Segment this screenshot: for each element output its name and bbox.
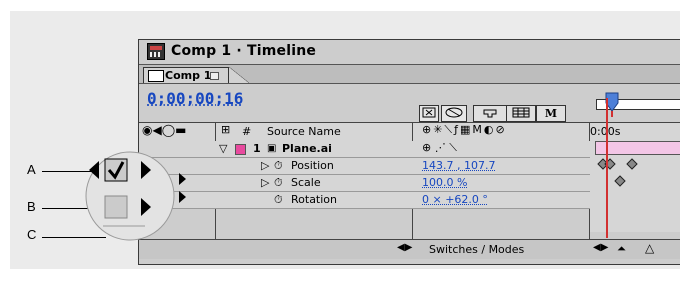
layer-number-header: # bbox=[242, 125, 252, 138]
current-time-line bbox=[606, 98, 608, 238]
twirl-right-icon[interactable]: ▷ bbox=[261, 176, 269, 189]
callout-a: A bbox=[27, 162, 36, 177]
composition-icon bbox=[148, 70, 164, 82]
footer-left-arrows[interactable]: ◀▶ bbox=[397, 242, 412, 253]
stopwatch-icon[interactable]: ⏱ bbox=[274, 159, 283, 173]
tab-edge bbox=[229, 67, 249, 83]
property-name: Rotation bbox=[291, 193, 338, 206]
window-titlebar: Comp 1 · Timeline bbox=[139, 40, 680, 64]
stopwatch-icon[interactable]: ⏱ bbox=[274, 176, 283, 190]
next-keyframe-icon bbox=[179, 173, 186, 185]
current-time-display[interactable]: 0;00;00;16 bbox=[147, 89, 243, 108]
switches-icons-header: ⊕✳⟍ƒ▦M◐⊘ bbox=[422, 123, 507, 136]
illustrator-footage-icon: ▣ bbox=[267, 143, 277, 154]
keyframe-navigator-magnified bbox=[85, 151, 175, 241]
tab-close-icon[interactable] bbox=[210, 72, 219, 80]
window-title: Comp 1 · Timeline bbox=[171, 43, 317, 59]
layer-label-color[interactable] bbox=[235, 144, 246, 155]
motion-blur-label: M bbox=[544, 107, 558, 120]
property-name: Scale bbox=[291, 176, 321, 189]
layer-name[interactable]: Plane.ai bbox=[282, 142, 332, 155]
keyframe-navigator-small bbox=[179, 173, 186, 203]
stopwatch-icon[interactable]: ⏱ bbox=[274, 193, 283, 207]
property-name: Position bbox=[291, 159, 334, 172]
shy-button[interactable] bbox=[473, 105, 507, 122]
source-name-header[interactable]: Source Name bbox=[267, 125, 341, 138]
tab-bar: Comp 1 bbox=[139, 64, 680, 83]
comp-marker-button[interactable] bbox=[419, 105, 439, 122]
motion-blur-button[interactable]: M bbox=[536, 105, 566, 122]
callout-b: B bbox=[27, 199, 36, 214]
label-column-icon: ⊞ bbox=[221, 123, 231, 136]
property-value[interactable]: 0 × +62.0 ° bbox=[422, 193, 488, 206]
property-value[interactable]: 100.0 % bbox=[422, 176, 467, 189]
time-navigator[interactable] bbox=[590, 89, 680, 119]
draft-3d-button[interactable] bbox=[441, 105, 467, 122]
switches-modes-toggle[interactable]: Switches / Modes bbox=[429, 243, 524, 256]
keyframe-checkbox-empty bbox=[104, 195, 128, 219]
timeline-window: Comp 1 · Timeline Comp 1 0;00;00;16 M ◉◀… bbox=[138, 39, 680, 265]
frame-blending-button[interactable] bbox=[506, 105, 536, 122]
layer-switches[interactable]: ⊕ ⋰ ⟍ bbox=[422, 141, 457, 155]
timeline-graph-area[interactable] bbox=[590, 140, 680, 232]
property-value[interactable]: 143.7 , 107.7 bbox=[422, 159, 495, 172]
timeline-header: 0;00;00;16 M bbox=[139, 83, 680, 122]
footer-right-arrows[interactable]: ◀▶ bbox=[593, 242, 608, 253]
keyframe-scale-1 bbox=[614, 175, 626, 187]
layer-index: 1 bbox=[253, 142, 261, 155]
next-keyframe-icon bbox=[179, 191, 186, 203]
zoom-in-icon[interactable]: △ bbox=[645, 241, 654, 255]
tab-comp-1[interactable]: Comp 1 bbox=[143, 67, 229, 83]
twirl-right-icon[interactable]: ▷ bbox=[261, 159, 269, 172]
zoom-out-icon[interactable]: ⏶ bbox=[617, 242, 626, 256]
timeline-window-icon bbox=[147, 43, 165, 60]
callout-c: C bbox=[27, 227, 37, 242]
column-header-row: ◉◀◯▬ ⊞ # Source Name ⊕✳⟍ƒ▦M◐⊘ 0:00s bbox=[139, 122, 680, 142]
av-features-icons: ◉◀◯▬ bbox=[142, 123, 187, 137]
timeline-footer: ◀▶ Switches / Modes ◀▶ ⏶ △ bbox=[139, 239, 680, 259]
keyframe-position-3 bbox=[626, 158, 638, 170]
tab-label: Comp 1 bbox=[165, 69, 212, 82]
twirl-down-icon[interactable]: ▽ bbox=[219, 142, 227, 155]
